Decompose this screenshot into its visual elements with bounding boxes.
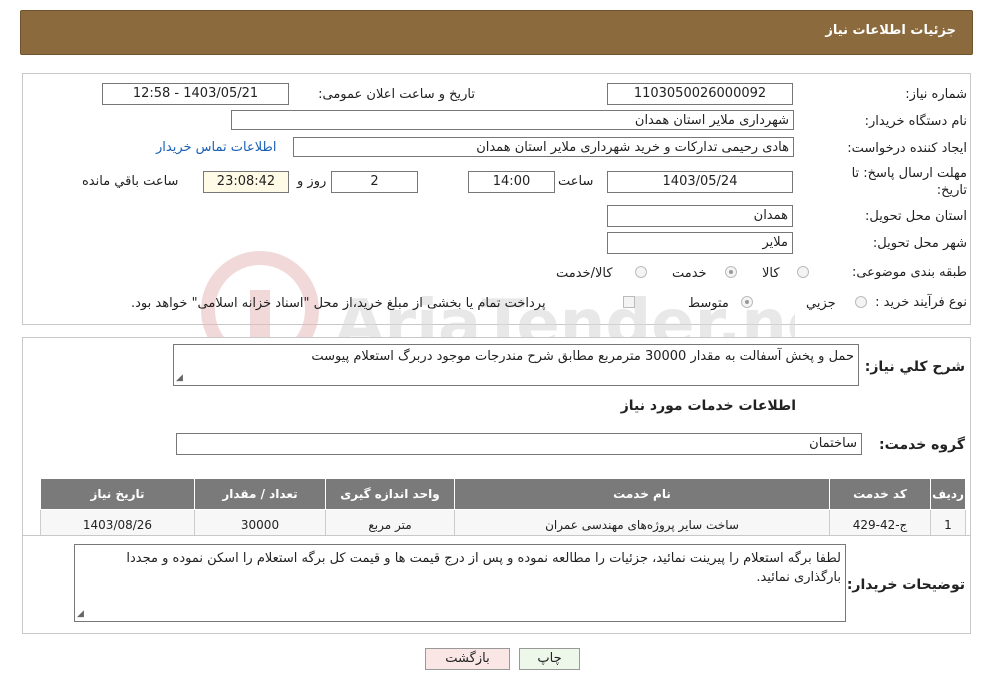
col-unit-header: واحد اندازه گیری — [325, 478, 455, 510]
description-text: حمل و پخش آسفالت به مقدار 30000 مترمربع … — [311, 349, 854, 364]
process-label: نوع فرآیند خرید : — [875, 295, 967, 310]
col-code-header: کد خدمت — [829, 478, 931, 510]
description-label: شرح کلي نياز: — [864, 359, 965, 375]
buyer-contact-link[interactable]: اطلاعات تماس خریدار — [156, 140, 276, 155]
deadline-time-field: 14:00 — [468, 171, 555, 193]
category-service-radio[interactable] — [725, 266, 737, 278]
table-header-row: ردیف کد خدمت نام خدمت واحد اندازه گیری ت… — [40, 478, 966, 510]
buyer-notes-label: توضیحات خریدار: — [846, 577, 965, 593]
deadline-time-label: ساعت — [558, 174, 594, 189]
need-number-field: 1103050026000092 — [607, 83, 793, 105]
category-label: طبقه بندی موضوعی: — [851, 265, 967, 280]
announce-label: تاریخ و ساعت اعلان عمومی: — [318, 87, 475, 102]
category-both-label: کالا/خدمت — [556, 266, 613, 281]
services-title: اطلاعات خدمات مورد نياز — [620, 398, 796, 414]
page-header: جزئیات اطلاعات نیاز — [20, 10, 973, 55]
category-both-radio[interactable] — [635, 266, 647, 278]
services-table: ردیف کد خدمت نام خدمت واحد اندازه گیری ت… — [40, 478, 966, 541]
resize-handle-icon[interactable]: ◢ — [77, 609, 84, 619]
service-group-label: گروه خدمت: — [879, 437, 965, 453]
buyer-notes-textarea[interactable]: لطفا برگه استعلام را پیرینت نمائید، جزئی… — [74, 544, 846, 622]
need-number-label: شماره نیاز: — [905, 87, 967, 102]
deadline-label: مهلت ارسال پاسخ: تا تاریخ: — [851, 166, 967, 198]
days-label: روز و — [297, 174, 327, 189]
resize-handle-icon[interactable]: ◢ — [176, 373, 183, 383]
col-name-header: نام خدمت — [454, 478, 830, 510]
category-service-label: خدمت — [672, 266, 707, 281]
city-field: ملایر — [607, 232, 793, 254]
city-label: شهر محل تحویل: — [872, 236, 967, 251]
days-field: 2 — [331, 171, 418, 193]
deadline-date-field: 1403/05/24 — [607, 171, 793, 193]
service-group-field: ساختمان — [176, 433, 862, 455]
province-label: استان محل تحویل: — [865, 209, 967, 224]
page-title: جزئیات اطلاعات نیاز — [825, 23, 956, 38]
category-goods-label: کالا — [762, 266, 780, 281]
col-row-header: ردیف — [930, 478, 966, 510]
creator-field: هادی رحیمی تدارکات و خرید شهرداری ملایر … — [293, 137, 794, 157]
creator-label: ایجاد کننده درخواست: — [847, 141, 967, 156]
process-medium-label: متوسط — [688, 296, 729, 311]
buyer-org-field: شهرداری ملایر استان همدان — [231, 110, 794, 130]
col-qty-header: تعداد / مقدار — [194, 478, 326, 510]
process-medium-radio[interactable] — [741, 296, 753, 308]
back-button[interactable]: بازگشت — [425, 648, 510, 670]
buyer-org-label: نام دستگاه خریدار: — [864, 114, 967, 129]
process-minor-label: جزیي — [806, 296, 836, 311]
category-goods-radio[interactable] — [797, 266, 809, 278]
description-textarea[interactable]: حمل و پخش آسفالت به مقدار 30000 مترمربع … — [173, 344, 859, 386]
treasury-payment-checkbox[interactable] — [623, 296, 635, 308]
payment-note: پرداخت تمام یا بخشی از مبلغ خرید،از محل … — [131, 296, 546, 311]
buyer-notes-text: لطفا برگه استعلام را پیرینت نمائید، جزئی… — [126, 551, 841, 585]
col-date-header: تاریخ نیاز — [40, 478, 195, 510]
announce-field: 1403/05/21 - 12:58 — [102, 83, 289, 105]
remaining-time-field: 23:08:42 — [203, 171, 289, 193]
province-field: همدان — [607, 205, 793, 227]
print-button[interactable]: چاپ — [519, 648, 580, 670]
process-minor-radio[interactable] — [855, 296, 867, 308]
remaining-time-label: ساعت باقي مانده — [82, 174, 179, 189]
